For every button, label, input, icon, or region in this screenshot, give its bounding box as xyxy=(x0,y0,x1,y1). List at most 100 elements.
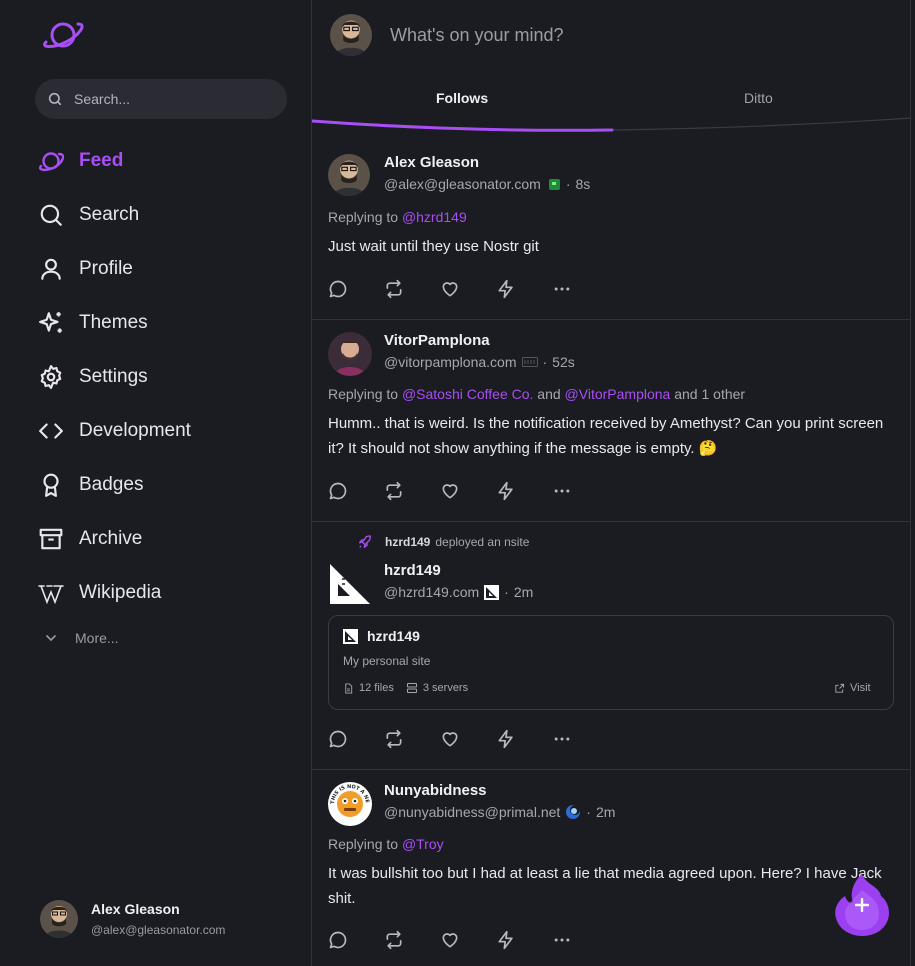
avatar[interactable] xyxy=(40,900,78,938)
replying-and: and xyxy=(537,386,561,402)
main-feed: What's on your mind? Follows Ditto Alex … xyxy=(311,0,911,966)
reply-icon[interactable] xyxy=(328,279,348,299)
post-actions xyxy=(328,729,608,749)
chevron-down-icon xyxy=(45,632,57,644)
sidebar-item-label: Themes xyxy=(79,312,148,333)
post-timestamp[interactable]: 8s xyxy=(576,176,591,192)
like-icon[interactable] xyxy=(440,481,460,501)
more-options-icon[interactable] xyxy=(552,279,572,299)
post-author-name[interactable]: Alex Gleason xyxy=(384,154,590,171)
avatar xyxy=(330,14,372,56)
composer[interactable]: What's on your mind? xyxy=(312,0,910,70)
nsite-description: My personal site xyxy=(343,654,431,668)
repost-icon[interactable] xyxy=(384,930,404,950)
repost-icon[interactable] xyxy=(384,279,404,299)
planet-icon xyxy=(38,148,64,174)
more-button[interactable]: More... xyxy=(45,630,119,646)
zap-icon[interactable] xyxy=(496,279,516,299)
sidebar-nav: Feed Search Profile Themes Settings Deve… xyxy=(38,134,191,620)
current-user-handle: @alex@gleasonator.com xyxy=(91,923,226,937)
sidebar-item-archive[interactable]: Archive xyxy=(38,512,191,566)
post-author-name[interactable]: hzrd149 xyxy=(384,562,533,579)
mention-link[interactable]: @Troy xyxy=(402,836,444,852)
current-user[interactable]: Alex Gleason @alex@gleasonator.com xyxy=(40,900,225,938)
replying-others[interactable]: and 1 other xyxy=(674,386,745,402)
activity-actor[interactable]: hzrd149 xyxy=(385,535,430,549)
sidebar-item-label: Search xyxy=(79,204,140,225)
nsite-card[interactable]: hzrd149 My personal site 12 files 3 serv… xyxy=(328,615,894,710)
visit-link[interactable]: Visit xyxy=(834,682,871,694)
mention-link[interactable]: @Satoshi Coffee Co. xyxy=(402,386,533,402)
mention-link[interactable]: @VitorPamplona xyxy=(565,386,671,402)
sidebar-item-wikipedia[interactable]: Wikipedia xyxy=(38,566,191,620)
avatar[interactable] xyxy=(328,154,370,196)
tab-ditto[interactable]: Ditto xyxy=(744,90,773,106)
compose-fab-button[interactable] xyxy=(833,872,891,938)
sidebar-item-development[interactable]: Development xyxy=(38,404,191,458)
search-icon xyxy=(38,202,64,228)
reply-icon[interactable] xyxy=(328,930,348,950)
like-icon[interactable] xyxy=(440,279,460,299)
sidebar-item-badges[interactable]: Badges xyxy=(38,458,191,512)
post-actions xyxy=(328,481,608,501)
more-options-icon[interactable] xyxy=(552,930,572,950)
composer-input[interactable]: What's on your mind? xyxy=(390,25,564,46)
reply-icon[interactable] xyxy=(328,729,348,749)
zap-icon[interactable] xyxy=(496,481,516,501)
nip05-badge-icon xyxy=(484,584,500,600)
repost-icon[interactable] xyxy=(384,481,404,501)
post[interactable]: hzrd149 deployed an nsite hzrd149 @hzrd1… xyxy=(312,522,910,770)
post[interactable]: Alex Gleason @alex@gleasonator.com · 8s … xyxy=(312,140,910,320)
mention-link[interactable]: @hzrd149 xyxy=(402,209,467,225)
post[interactable]: THIS IS NOT A NEGOTIATION Nunyabidness @… xyxy=(312,770,910,966)
post-timestamp[interactable]: 2m xyxy=(514,584,533,600)
verified-badge-icon xyxy=(548,178,561,191)
post[interactable]: VitorPamplona @vitorpamplona.com · 52s R… xyxy=(312,320,910,522)
zap-icon[interactable] xyxy=(496,729,516,749)
like-icon[interactable] xyxy=(440,729,460,749)
sidebar-item-label: Profile xyxy=(79,258,133,279)
tab-underline xyxy=(312,117,910,132)
avatar[interactable] xyxy=(328,562,372,606)
avatar[interactable] xyxy=(328,332,372,376)
like-icon[interactable] xyxy=(440,930,460,950)
post-author-name[interactable]: VitorPamplona xyxy=(384,332,575,349)
server-icon xyxy=(406,682,418,694)
repost-icon[interactable] xyxy=(384,729,404,749)
sidebar-item-label: Development xyxy=(79,420,191,441)
sidebar-item-themes[interactable]: Themes xyxy=(38,296,191,350)
sidebar-item-search[interactable]: Search xyxy=(38,188,191,242)
tab-follows[interactable]: Follows xyxy=(436,90,488,106)
post-content: Just wait until they use Nostr git xyxy=(328,238,539,255)
sidebar-item-settings[interactable]: Settings xyxy=(38,350,191,404)
more-options-icon[interactable] xyxy=(552,481,572,501)
external-link-icon xyxy=(834,683,845,694)
sidebar-search[interactable] xyxy=(35,79,287,119)
search-input[interactable] xyxy=(74,91,264,107)
post-author-handle[interactable]: @nunyabidness@primal.net xyxy=(384,804,560,820)
ditto-logo-icon[interactable] xyxy=(40,18,86,52)
replying-to: Replying to @Satoshi Coffee Co. and @Vit… xyxy=(328,386,745,402)
replying-prefix: Replying to xyxy=(328,386,399,402)
code-icon xyxy=(38,418,64,444)
reply-icon[interactable] xyxy=(328,481,348,501)
post-author-name[interactable]: Nunyabidness xyxy=(384,782,615,799)
post-timestamp[interactable]: 52s xyxy=(552,354,575,370)
nsite-files: 12 files xyxy=(359,682,394,694)
post-content: It was bullshit too but I had at least a… xyxy=(328,865,882,907)
post-author-handle[interactable]: @hzrd149.com xyxy=(384,584,479,600)
zap-icon[interactable] xyxy=(496,930,516,950)
replying-to: Replying to @hzrd149 xyxy=(328,209,467,225)
more-options-icon[interactable] xyxy=(552,729,572,749)
badge-icon xyxy=(38,472,64,498)
avatar[interactable]: THIS IS NOT A NEGOTIATION xyxy=(328,782,372,826)
primal-badge-icon xyxy=(565,804,581,820)
post-content: Humm.. that is weird. Is the notificatio… xyxy=(328,415,884,457)
activity-line: hzrd149 deployed an nsite xyxy=(357,534,529,550)
sidebar-item-profile[interactable]: Profile xyxy=(38,242,191,296)
post-timestamp[interactable]: 2m xyxy=(596,804,615,820)
sidebar-item-feed[interactable]: Feed xyxy=(38,134,191,188)
sidebar-item-label: Wikipedia xyxy=(79,582,162,603)
post-author-handle[interactable]: @alex@gleasonator.com xyxy=(384,176,541,192)
post-author-handle[interactable]: @vitorpamplona.com xyxy=(384,354,517,370)
